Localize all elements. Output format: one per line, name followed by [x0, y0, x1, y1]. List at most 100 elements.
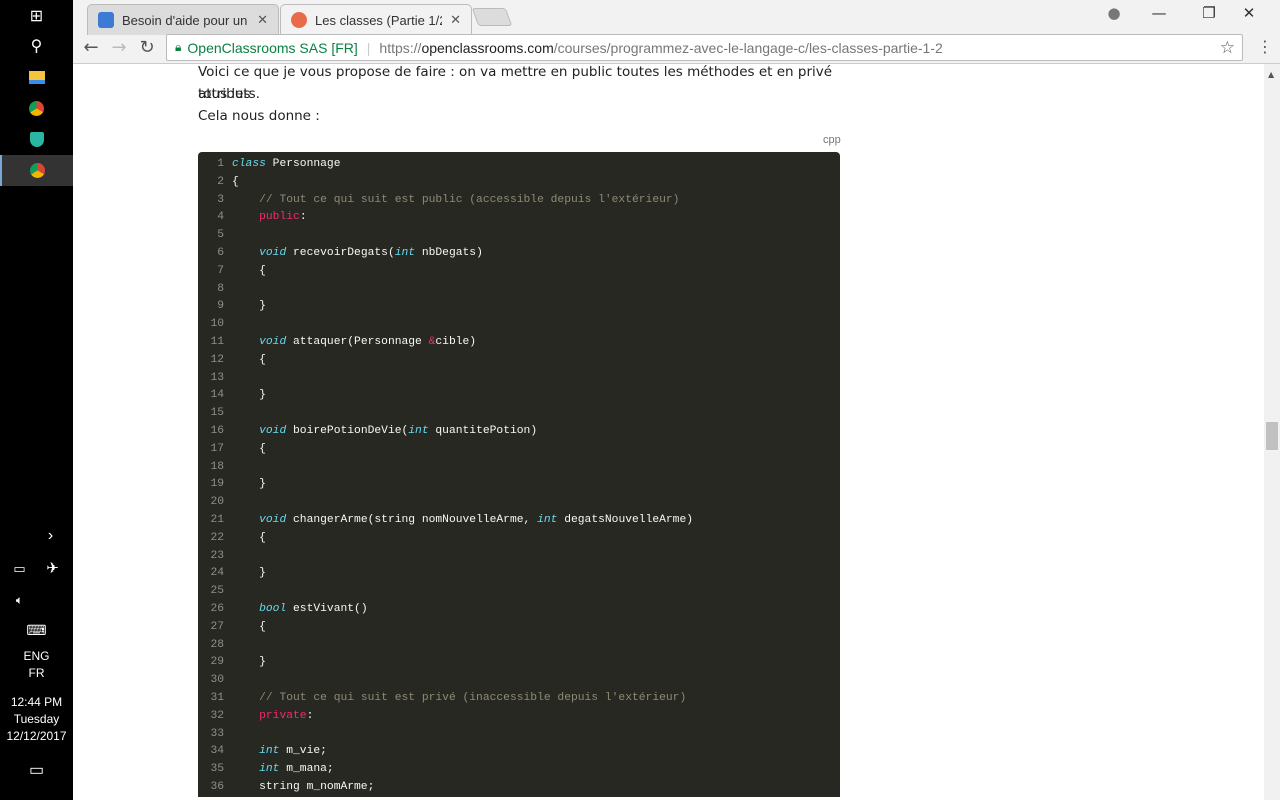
close-tab-icon[interactable]: ✕ — [257, 12, 268, 28]
code-token: nbDegats) — [415, 246, 483, 259]
language-secondary[interactable]: FR — [0, 666, 73, 680]
line-number: 35 — [210, 763, 224, 776]
code-line: 8 — [198, 281, 840, 299]
line-number: 5 — [217, 229, 224, 242]
page-content: Voici ce que je vous propose de faire : … — [73, 64, 1264, 800]
scroll-up-arrow-icon[interactable]: ▲ — [1268, 70, 1274, 79]
back-button[interactable]: ← — [79, 37, 103, 58]
code-token: class — [232, 158, 266, 170]
code-token: string m_nomArme; — [232, 780, 375, 793]
tab-besoin-aide[interactable]: Besoin d'aide pour un pe ✕ — [87, 4, 279, 35]
code-line: 22 { — [198, 530, 840, 548]
security-shield-icon[interactable] — [0, 124, 73, 155]
chrome-active-icon[interactable] — [0, 155, 73, 186]
code-token: : — [299, 211, 307, 224]
code-line: 32 private: — [198, 708, 840, 726]
tab-title: Les classes (Partie 1/2) - — [315, 12, 442, 28]
code-line: 5 — [198, 227, 840, 245]
intro-text-line2: attributs. — [198, 86, 260, 102]
code-line: 18 — [198, 459, 840, 477]
line-number: 9 — [217, 300, 224, 313]
line-number: 3 — [217, 193, 224, 206]
volume-icon[interactable]: 🔈︎ — [0, 593, 56, 608]
lock-icon: 🔒︎ — [175, 40, 182, 54]
code-line: 36 string m_nomArme; — [198, 779, 840, 797]
code-line: 19 } — [198, 476, 840, 494]
chrome-icon[interactable] — [0, 93, 73, 124]
line-number: 18 — [210, 460, 224, 473]
code-token: { — [232, 353, 266, 366]
windows-start-icon[interactable]: ⊞ — [0, 0, 73, 31]
action-center-icon[interactable]: ▭ — [0, 760, 73, 780]
code-line: 6 void recevoirDegats(int nbDegats) — [198, 245, 840, 263]
close-tab-icon[interactable]: ✕ — [450, 12, 461, 28]
line-number: 13 — [210, 371, 224, 384]
url-path: /courses/programmez-avec-le-langage-c/le… — [553, 39, 943, 56]
clock-time[interactable]: 12:44 PM — [0, 695, 73, 709]
line-number: 20 — [210, 496, 224, 509]
line-number: 11 — [210, 335, 224, 348]
line-number: 33 — [210, 727, 224, 740]
line-number: 6 — [217, 246, 224, 259]
bookmark-star-icon[interactable]: ☆ — [1220, 38, 1235, 58]
code-language-label: cpp — [823, 134, 841, 146]
code-line: 13 — [198, 370, 840, 388]
code-token: : — [306, 709, 314, 722]
code-line: 1 class Personnage — [198, 156, 840, 174]
new-tab-button[interactable] — [471, 8, 513, 26]
reload-button[interactable]: ↻ — [135, 37, 159, 58]
code-token: private — [259, 709, 307, 722]
vertical-scrollbar[interactable]: ▲ — [1264, 64, 1280, 800]
code-line: 33 — [198, 726, 840, 744]
line-number: 17 — [210, 442, 224, 455]
code-token: m_vie; — [279, 745, 327, 758]
separator: | — [366, 39, 371, 56]
file-explorer-icon[interactable] — [0, 62, 73, 93]
code-line: 16 void boirePotionDeVie(int quantitePot… — [198, 423, 840, 441]
forward-button[interactable]: → — [107, 37, 131, 58]
line-number: 19 — [210, 478, 224, 491]
code-token: void — [259, 513, 287, 526]
tab-les-classes[interactable]: Les classes (Partie 1/2) - ✕ — [280, 4, 472, 35]
profile-icon[interactable]: ● — [1099, 4, 1129, 22]
scrollbar-thumb[interactable] — [1266, 422, 1278, 450]
code-line: 7 { — [198, 263, 840, 281]
code-token: m_mana; — [279, 763, 334, 776]
code-token: void — [259, 246, 287, 259]
code-token: { — [232, 442, 266, 455]
url-host: openclassrooms.com — [421, 39, 554, 56]
intro-text-line3: Cela nous donne : — [198, 108, 320, 124]
code-token: recevoirDegats( — [286, 246, 395, 259]
code-line: 15 — [198, 405, 840, 423]
code-block: 1 class Personnage 2{3 // Tout ce qui suit… — [198, 152, 840, 797]
close-window-button[interactable]: ✕ — [1234, 4, 1264, 22]
code-line: 28 — [198, 637, 840, 655]
language-primary[interactable]: ENG — [0, 649, 73, 663]
line-number: 34 — [210, 745, 224, 758]
code-token: } — [232, 389, 266, 402]
code-token: } — [232, 656, 266, 669]
code-line: 3 // Tout ce qui suit est public (access… — [198, 192, 840, 210]
code-token: Personnage — [265, 158, 341, 170]
site-identity[interactable]: OpenClassrooms SAS [FR] — [187, 40, 357, 56]
minimize-button[interactable]: — — [1144, 4, 1174, 22]
code-token: { — [232, 264, 266, 277]
address-bar[interactable]: 🔒︎ OpenClassrooms SAS [FR] | https:// op… — [166, 34, 1243, 61]
menu-kebab-icon[interactable]: ⋮ — [1253, 37, 1277, 56]
search-icon[interactable]: ⚲ — [0, 30, 73, 61]
code-line: 10 — [198, 316, 840, 334]
code-token: { — [232, 531, 266, 544]
clock-day[interactable]: Tuesday — [0, 712, 73, 726]
line-number: 23 — [210, 549, 224, 562]
code-token: int — [537, 513, 558, 526]
restore-button[interactable]: ❐ — [1194, 4, 1224, 22]
clock-date[interactable]: 12/12/2017 — [0, 729, 73, 743]
code-token: void — [259, 424, 287, 437]
keyboard-icon[interactable]: ⌨ — [0, 622, 73, 639]
